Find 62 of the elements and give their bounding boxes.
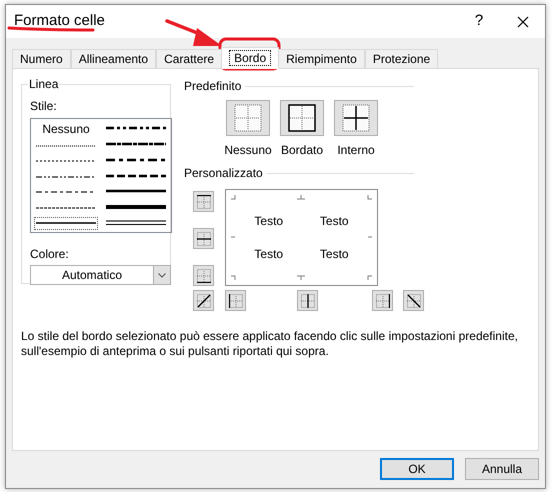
border-toggle-button[interactable] [193,191,214,212]
section-title: Personalizzato [184,165,263,182]
tab[interactable]: Carattere [156,49,222,68]
border-toggle-button[interactable] [193,265,214,286]
border-right-icon [376,294,390,308]
border-diag-up-icon [196,294,210,308]
section-title: Predefinito [184,78,242,95]
border-toggle-button[interactable] [372,290,393,311]
inside-borders-icon [342,104,370,132]
tab[interactable]: Numero [12,49,71,68]
preview-text: Testo [253,246,284,264]
line-sample-icon [106,140,166,147]
border-middle-icon [196,232,210,246]
border-diag-down-icon [406,294,420,308]
cancel-button[interactable]: Annulla [465,458,539,480]
preview-text: Testo [318,246,350,264]
no-border-icon [234,104,262,132]
line-sample-icon [106,204,166,210]
tab[interactable]: Allineamento [70,49,156,68]
tab[interactable]: Riempimento [278,49,365,68]
border-center-icon [300,294,314,308]
outline-border-icon [288,104,316,132]
line-sample-icon [106,220,166,226]
line-sample-icon [36,142,96,149]
line-sample-icon [36,174,96,180]
tab[interactable]: Protezione [364,49,438,68]
preset-button[interactable] [280,100,324,136]
window-title: Formato celle [14,11,105,32]
line-sample-icon [36,189,96,196]
border-toggle-button[interactable] [193,228,214,249]
border-preview[interactable]: Testo Testo Testo Testo [225,189,378,286]
line-sample-icon [36,220,96,226]
line-sample-icon [106,172,166,178]
preview-text: Testo [318,212,350,230]
border-toggle-button[interactable] [193,290,214,311]
line-style-none[interactable]: Nessuno [33,120,99,138]
preset-label: Interno [337,142,375,159]
style-label: Stile: [30,98,58,115]
line-sample-icon [36,204,96,211]
border-top-icon [196,194,210,208]
border-bottom-icon [196,268,210,282]
line-sample-icon [106,124,166,131]
line-sample-icon [106,188,166,194]
border-toggle-button[interactable] [225,290,246,311]
close-icon [517,16,529,28]
ok-button[interactable]: OK [380,458,454,480]
color-dropdown[interactable]: Automatico [30,265,171,285]
line-sample-icon [106,156,166,163]
border-left-icon [228,294,242,308]
line-sample-icon [36,158,96,164]
border-toggle-button[interactable] [403,290,424,311]
preset-label: Nessuno [224,142,272,159]
color-label: Colore: [30,246,70,263]
border-toggle-button[interactable] [297,290,318,311]
help-button[interactable]: ? [457,6,501,38]
preview-text: Testo [253,212,284,230]
preset-button[interactable] [334,100,378,136]
tab[interactable]: Bordo [221,47,280,69]
preset-label: Bordato [280,142,324,159]
line-style-option[interactable] [33,216,99,231]
description-text: Lo stile del bordo selezionato può essere applicato facendo clic sulle impostazioni predefinite, sull'esempio di anteprima o sui pulsanti riportati qui sopra. [21,329,519,359]
group-title: Linea [28,77,60,91]
